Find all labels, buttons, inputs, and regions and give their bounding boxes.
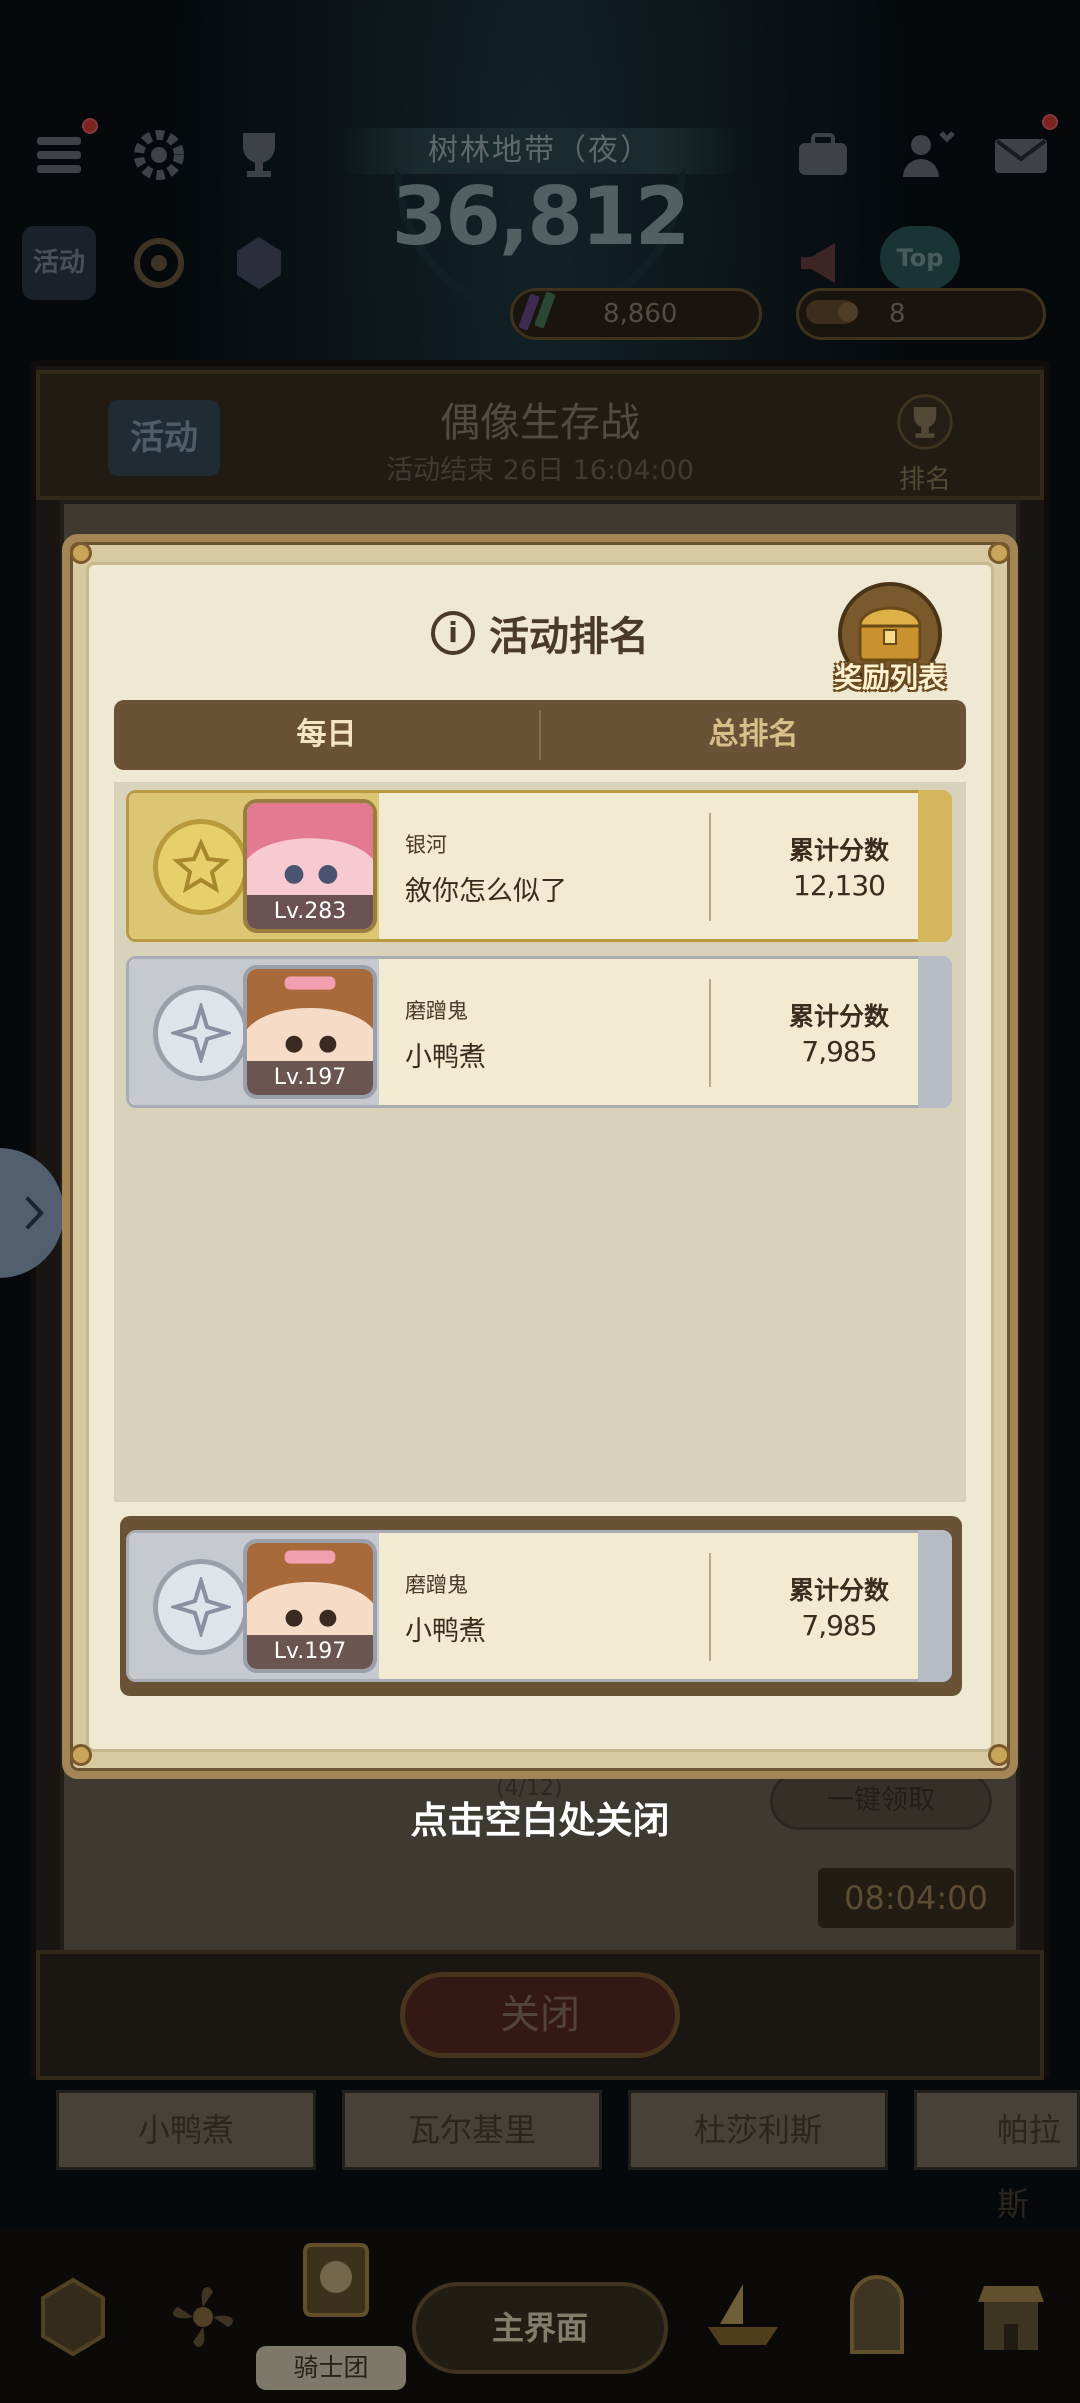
tab-overall[interactable]: 总排名 xyxy=(541,700,966,770)
info-icon[interactable]: i xyxy=(431,611,475,655)
corner-rivet xyxy=(988,542,1010,564)
row-ribbon xyxy=(918,790,952,942)
ranking-tabs: 每日 总排名 xyxy=(114,700,966,770)
player-guild: 磨蹭鬼 xyxy=(405,999,468,1023)
player-avatar: Lv.197 xyxy=(243,965,377,1099)
gold-medal-icon xyxy=(153,819,249,915)
player-score: 12,130 xyxy=(793,869,886,902)
corner-rivet xyxy=(70,1744,92,1766)
player-name: 敘你怎么似了 xyxy=(405,876,567,907)
score-label: 累计分数 xyxy=(788,1002,889,1031)
tab-daily[interactable]: 每日 xyxy=(114,700,539,770)
player-score: 7,985 xyxy=(801,1609,877,1642)
ranking-row[interactable]: Lv.197 磨蹭鬼 小鸭煮 累计分数 7,985 xyxy=(126,956,952,1108)
my-ranking-row[interactable]: Lv.197 磨蹭鬼 小鸭煮 累计分数 7,985 xyxy=(126,1530,952,1682)
player-avatar: Lv.283 xyxy=(243,799,377,933)
corner-rivet xyxy=(988,1744,1010,1766)
player-score: 7,985 xyxy=(801,1035,877,1068)
corner-rivet xyxy=(70,542,92,564)
score-label: 累计分数 xyxy=(788,1576,889,1605)
player-level: Lv.283 xyxy=(247,895,373,929)
player-level: Lv.197 xyxy=(247,1635,373,1669)
row-ribbon xyxy=(918,956,952,1108)
player-level: Lv.197 xyxy=(247,1061,373,1095)
row-divider xyxy=(709,1553,711,1661)
player-avatar: Lv.197 xyxy=(243,1539,377,1673)
reward-list-label[interactable]: 奖励列表 xyxy=(810,656,970,696)
silver-medal-icon xyxy=(153,985,249,1081)
player-guild: 磨蹭鬼 xyxy=(405,1573,468,1597)
silver-medal-icon xyxy=(153,1559,249,1655)
row-ribbon xyxy=(918,1530,952,1682)
player-guild: 银河 xyxy=(405,833,447,857)
row-divider xyxy=(709,813,711,921)
row-divider xyxy=(709,979,711,1087)
player-name: 小鸭煮 xyxy=(405,1042,486,1073)
score-label: 累计分数 xyxy=(788,836,889,865)
player-name: 小鸭煮 xyxy=(405,1616,486,1647)
tap-to-close-hint: 点击空白处关闭 xyxy=(410,1799,670,1842)
ranking-row[interactable]: Lv.283 银河 敘你怎么似了 累计分数 12,130 xyxy=(126,790,952,942)
ranking-title-text: 活动排名 xyxy=(489,614,649,660)
